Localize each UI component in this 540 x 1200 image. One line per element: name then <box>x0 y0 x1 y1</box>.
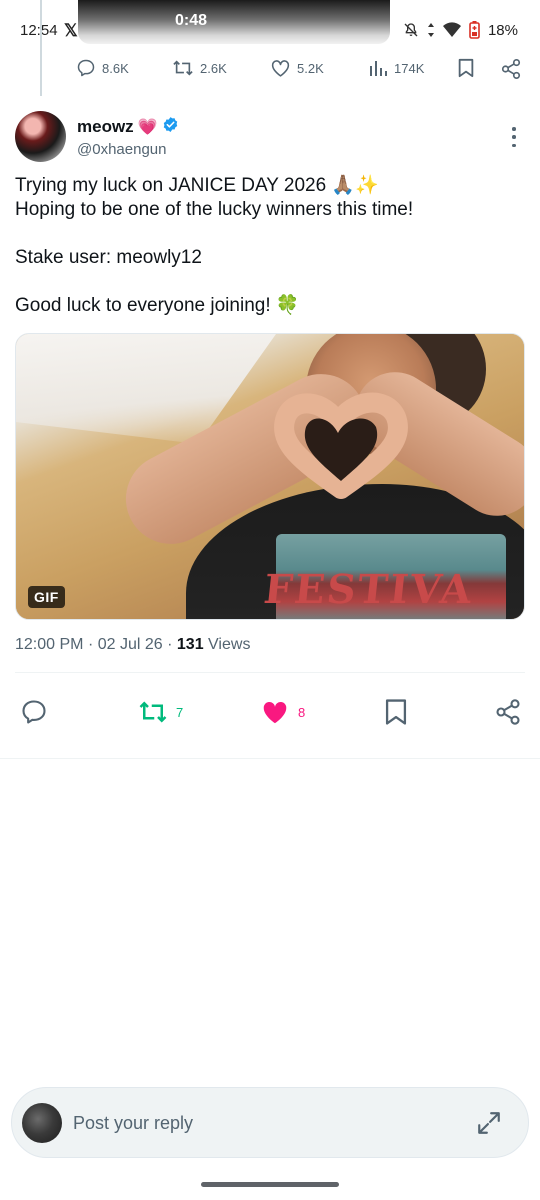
parent-views-count: 174K <box>394 60 425 76</box>
share-button[interactable] <box>494 698 522 726</box>
thread-connector-line <box>40 0 42 96</box>
parent-repost-count: 2.6K <box>200 60 227 76</box>
user-avatar <box>22 1103 62 1143</box>
status-bar: 12:54 𝕏 0:48 18% <box>0 0 540 56</box>
mute-icon <box>403 22 419 38</box>
reply-icon <box>20 698 48 726</box>
tweet-meta: 12:00 PM · 02 Jul 26 · 131 Views <box>15 636 251 653</box>
views-chart-icon <box>368 58 388 78</box>
repost-count: 7 <box>176 704 184 720</box>
status-icons: 18% <box>403 21 518 39</box>
reply-button[interactable] <box>20 698 48 726</box>
bookmark-icon <box>457 58 475 78</box>
author-avatar[interactable] <box>15 111 66 162</box>
tweet-actions: 7 8 <box>0 698 540 732</box>
reply-icon <box>76 58 96 78</box>
verified-badge-icon <box>162 116 179 138</box>
tweet-line: Good luck to everyone joining! 🍀 <box>15 295 300 316</box>
like-button[interactable]: 8 <box>260 698 305 726</box>
like-icon <box>270 58 291 78</box>
repost-icon <box>172 58 194 78</box>
tweet-time: 12:00 PM <box>15 636 84 653</box>
parent-repost-button[interactable]: 2.6K <box>172 58 227 78</box>
expand-composer-icon[interactable] <box>476 1110 502 1141</box>
x-logo-icon: 𝕏 <box>64 21 78 40</box>
parent-reply-count: 8.6K <box>102 60 129 76</box>
like-count: 8 <box>298 704 306 720</box>
repost-icon <box>138 698 168 726</box>
bookmark-button[interactable] <box>384 698 408 726</box>
battery-percent: 18% <box>487 21 518 39</box>
heart-hands-shape <box>274 392 408 499</box>
parent-reply-button[interactable]: 8.6K <box>76 58 129 78</box>
wifi-icon <box>442 22 461 38</box>
more-options-icon[interactable] <box>509 127 519 147</box>
author-name-row[interactable]: meowz 💗 <box>77 116 179 138</box>
share-icon <box>494 698 522 726</box>
home-indicator[interactable] <box>201 1182 339 1187</box>
gif-badge: GIF <box>28 586 65 608</box>
author-handle[interactable]: @0xhaengun <box>77 141 166 158</box>
divider <box>0 758 540 759</box>
repost-button[interactable]: 7 <box>138 698 183 726</box>
divider <box>15 672 525 673</box>
parent-bookmark-button[interactable] <box>457 58 475 78</box>
author-name-emoji: 💗 <box>137 119 158 136</box>
shirt-print-text: FESTIVA <box>261 566 476 613</box>
reply-input[interactable]: Post your reply <box>73 1113 193 1134</box>
tweet-line: Stake user: meowly12 <box>15 247 202 268</box>
like-filled-icon <box>260 698 290 726</box>
reply-composer[interactable]: Post your reply <box>11 1087 529 1158</box>
bookmark-icon <box>384 698 408 726</box>
status-time: 12:54 <box>20 22 58 39</box>
tweet-gif-media[interactable]: FESTIVA GIF <box>15 333 525 620</box>
share-icon <box>500 58 522 80</box>
parent-views-button[interactable]: 174K <box>368 58 424 78</box>
media-playback-pill[interactable]: 0:48 <box>78 0 390 44</box>
parent-like-button[interactable]: 5.2K <box>270 58 324 78</box>
tweet-views-label: Views <box>208 636 251 653</box>
parent-share-button[interactable] <box>500 58 522 80</box>
tweet-line: Hoping to be one of the lucky winners th… <box>15 199 414 220</box>
battery-icon <box>469 21 480 39</box>
data-arrows-icon <box>427 22 435 38</box>
tweet-text: Trying my luck on JANICE DAY 2026 🙏🏽✨ Ho… <box>15 174 525 318</box>
tweet-line: Trying my luck on JANICE DAY 2026 🙏🏽✨ <box>15 175 379 196</box>
parent-tweet-actions: 8.6K 2.6K 5.2K 174K <box>76 58 526 84</box>
media-timer: 0:48 <box>175 12 208 29</box>
parent-like-count: 5.2K <box>297 60 324 76</box>
tweet-views-count[interactable]: 131 <box>177 636 204 653</box>
author-name: meowz <box>77 117 134 136</box>
tweet-date: 02 Jul 26 <box>97 636 163 653</box>
